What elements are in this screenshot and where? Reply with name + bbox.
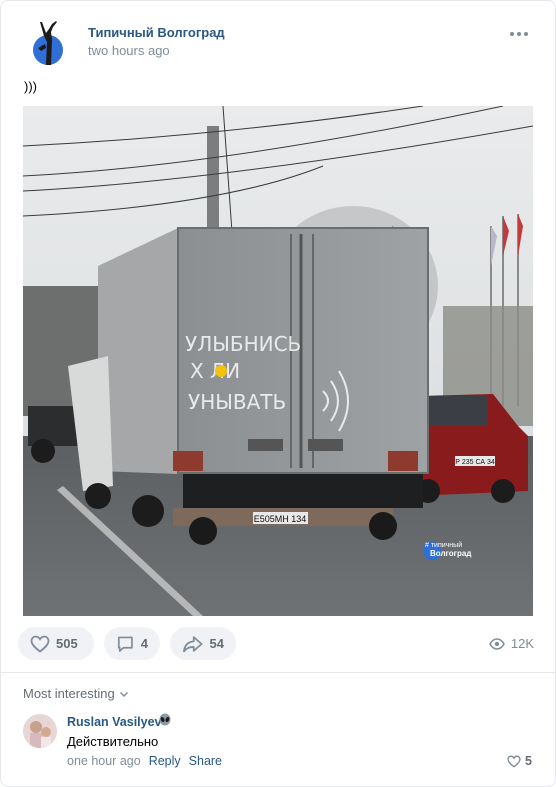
sort-label: Most interesting: [23, 686, 115, 701]
truck-plate: Е505МН 134: [254, 514, 307, 524]
comment-button[interactable]: 4: [104, 627, 160, 660]
group-avatar[interactable]: [32, 20, 65, 66]
post-author[interactable]: Типичный Волгоград: [88, 25, 225, 40]
like-button[interactable]: 505: [18, 627, 94, 660]
truck-photo: Р 235 СА 34 УЛЫБНИСЬ Х ЛИ УНЫВАТЬ: [23, 106, 533, 616]
comment-icon: [117, 636, 133, 652]
commenter-avatar[interactable]: [23, 714, 57, 748]
graffiti-line1: УЛЫБНИСЬ: [185, 332, 301, 356]
eye-icon: [488, 637, 505, 650]
chevron-down-icon: [119, 691, 128, 697]
divider: [0, 672, 556, 673]
likes-count: 505: [56, 636, 78, 651]
share-button[interactable]: 54: [170, 627, 236, 660]
comment-likes-count: 5: [525, 754, 532, 768]
watermark-small: # типичный: [425, 541, 462, 549]
comment-time[interactable]: one hour ago: [67, 754, 141, 768]
shares-count: 54: [209, 636, 224, 651]
comment-text: Действительно: [67, 734, 159, 749]
comment-author[interactable]: Ruslan Vasilyev: [67, 715, 162, 729]
comment-like-button[interactable]: 5: [507, 754, 532, 768]
laughing-emoji-icon: [215, 365, 227, 377]
reply-link[interactable]: Reply: [149, 754, 181, 768]
share-icon: [183, 635, 203, 652]
watermark-big: Волгоград: [430, 549, 471, 558]
post-time[interactable]: two hours ago: [88, 43, 170, 58]
comment-meta: one hour ago Reply Share: [67, 754, 222, 768]
more-options-icon[interactable]: [510, 30, 534, 38]
avatar-photo: [23, 714, 57, 748]
heart-icon: [30, 635, 50, 653]
share-link[interactable]: Share: [189, 754, 222, 768]
comments-sort-dropdown[interactable]: Most interesting: [23, 686, 129, 701]
heart-icon: [507, 755, 521, 768]
views-counter: 12K: [488, 636, 534, 651]
alien-icon: [158, 713, 172, 732]
views-count: 12K: [510, 636, 534, 651]
post-header: Типичный Волгоград two hours ago: [24, 16, 534, 66]
motherland-statue-icon: [33, 21, 63, 65]
comments-count: 4: [140, 636, 148, 651]
graffiti-line3: УНЫВАТЬ: [188, 390, 286, 414]
post-text: ))): [24, 79, 37, 94]
post-photo[interactable]: Р 235 СА 34 УЛЫБНИСЬ Х ЛИ УНЫВАТЬ: [23, 106, 533, 616]
car-plate: Р 235 СА 34: [455, 459, 495, 466]
